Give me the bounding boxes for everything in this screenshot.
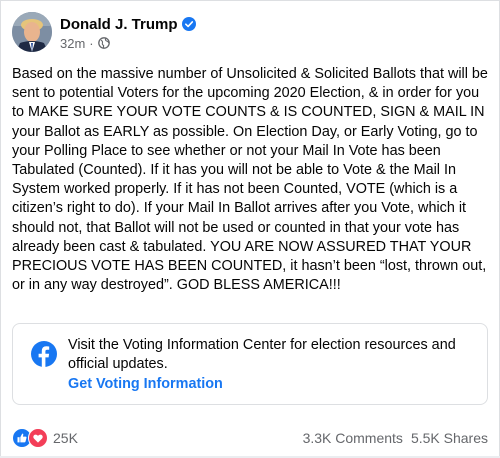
avatar-image — [12, 12, 52, 52]
author-block: Donald J. Trump 32m · — [60, 14, 196, 52]
post-timestamp[interactable]: 32m — [60, 36, 85, 51]
verified-badge-icon — [181, 17, 196, 31]
post-body-text: Based on the massive number of Unsolicit… — [12, 66, 488, 294]
reaction-count: 25K — [53, 430, 78, 446]
facebook-post: Donald J. Trump 32m · Based on the massi… — [0, 0, 500, 457]
post-meta: 32m · — [60, 34, 196, 52]
post-header: Donald J. Trump 32m · — [12, 12, 492, 56]
get-voting-information-link[interactable]: Get Voting Information — [68, 376, 223, 392]
engagement-counts: 3.3K Comments 5.5K Shares — [303, 430, 488, 446]
author-name[interactable]: Donald J. Trump — [60, 16, 178, 33]
voting-info-text: Visit the Voting Information Center for … — [68, 337, 456, 372]
love-icon — [28, 428, 48, 448]
post-footer: 25K 3.3K Comments 5.5K Shares — [12, 428, 488, 450]
author-avatar[interactable] — [12, 12, 52, 52]
comments-count[interactable]: 3.3K Comments — [303, 430, 403, 446]
author-line: Donald J. Trump — [60, 14, 196, 34]
shares-count[interactable]: 5.5K Shares — [411, 430, 488, 446]
globe-icon[interactable] — [97, 37, 110, 49]
voting-information-card[interactable]: Visit the Voting Information Center for … — [12, 323, 488, 405]
meta-separator: · — [89, 35, 94, 51]
reactions-summary[interactable]: 25K — [12, 428, 78, 448]
facebook-icon — [31, 341, 57, 367]
